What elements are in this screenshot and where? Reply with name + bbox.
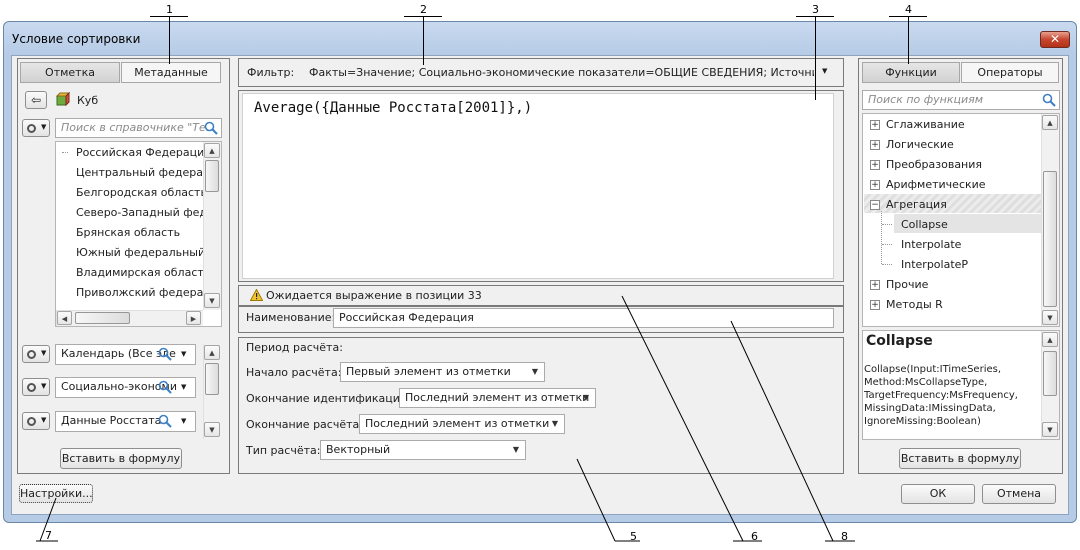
callout-8-number: 8 (841, 530, 848, 543)
callout-5-number: 5 (630, 530, 637, 543)
callout-diagonals (36, 295, 855, 542)
callout-7-number: 7 (45, 529, 52, 542)
callout-6-number: 6 (751, 530, 758, 543)
